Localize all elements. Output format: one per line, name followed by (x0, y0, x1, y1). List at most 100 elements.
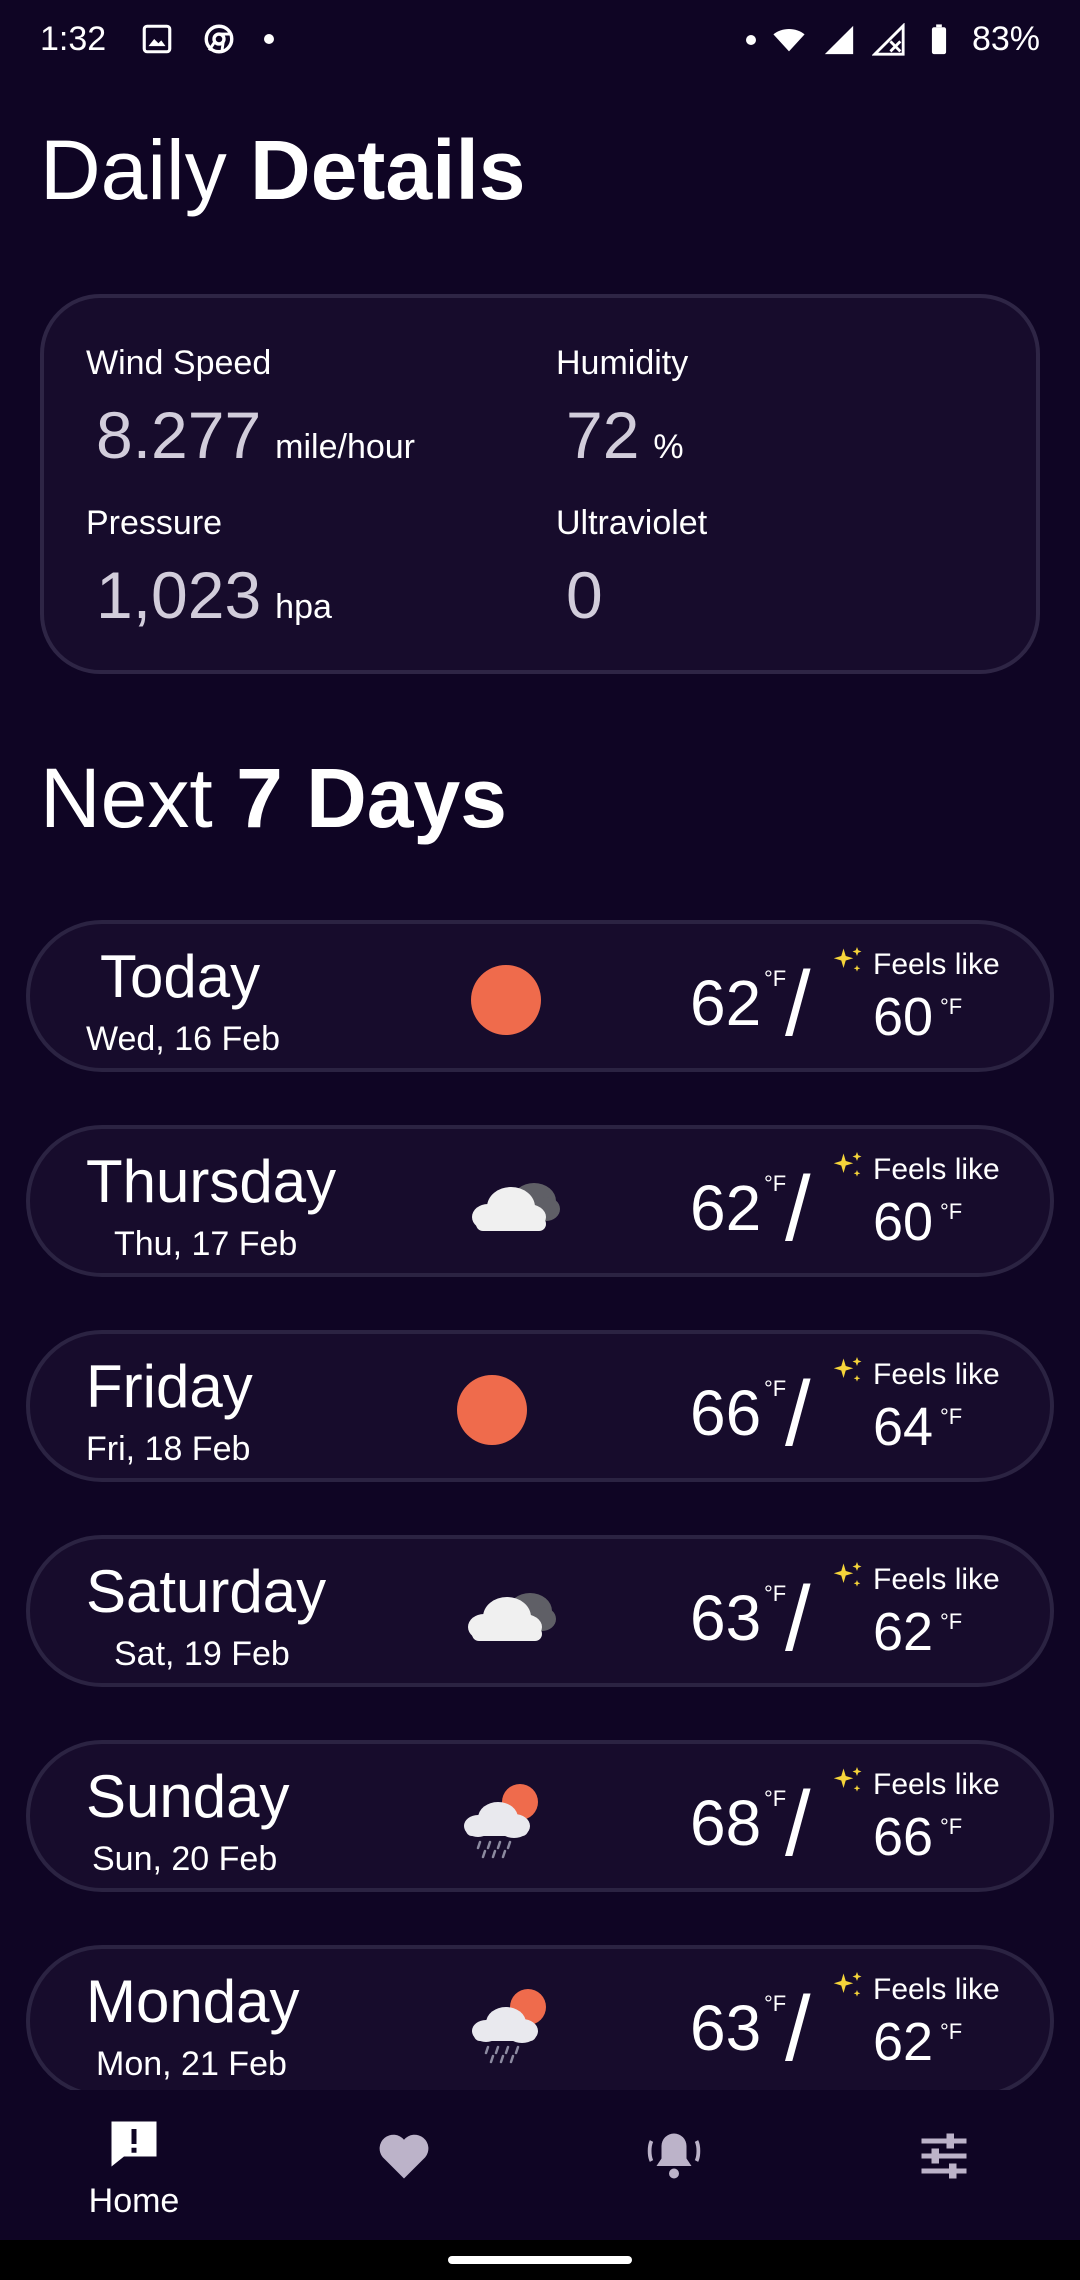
temp-separator: / (785, 1363, 811, 1465)
feels-like-label: Feels like (873, 948, 1000, 981)
sliders-icon (921, 2133, 967, 2179)
bell-ringing-icon (647, 2133, 701, 2179)
day-temp: 62 (690, 967, 762, 1039)
metric-value: 72 (566, 398, 640, 472)
cloudy-icon (466, 1165, 566, 1245)
home-indicator[interactable] (448, 2256, 632, 2264)
notification-dot-icon (745, 34, 756, 45)
day-name: Saturday (86, 1558, 327, 1625)
day-date: Thu, 17 Feb (114, 1225, 298, 1263)
day-date: Wed, 16 Feb (86, 1020, 281, 1058)
feels-unit: °F (940, 1814, 963, 1839)
next-7-days-title: Next 7 Days (40, 750, 507, 847)
ultraviolet-metric: Ultraviolet 0 (556, 504, 707, 633)
status-bar: 1:32 83% (0, 0, 1080, 80)
feels-unit: °F (940, 1609, 963, 1634)
status-time: 1:32 (40, 20, 107, 58)
day-temp: 66 (690, 1377, 762, 1449)
nav-alerts[interactable] (604, 2114, 744, 2186)
battery-level: 83% (971, 20, 1040, 58)
alert-message-icon (111, 2121, 157, 2167)
day-date: Mon, 21 Feb (96, 2045, 287, 2083)
metric-unit: % (653, 428, 684, 466)
daily-details-title: Daily Details (40, 122, 526, 219)
day-card[interactable]: Thursday Thu, 17 Feb 62 °F / Feels like 60 °F (26, 1125, 1054, 1277)
day-card[interactable]: Friday Fri, 18 Feb 66 °F / Feels like 64 °F (26, 1330, 1054, 1482)
metric-unit: mile/hour (275, 428, 416, 466)
feels-unit: °F (940, 994, 963, 1019)
battery-icon (931, 23, 947, 54)
feels-like-label: Feels like (873, 1768, 1000, 1801)
day-name: Thursday (86, 1148, 337, 1215)
metric-label: Wind Speed (86, 344, 272, 382)
day-name: Friday (86, 1353, 253, 1420)
feels-like-temp: 62 (873, 2012, 934, 2072)
feels-unit: °F (940, 1404, 963, 1429)
rain-sun-icon (462, 1985, 562, 2065)
signal-icon (824, 25, 854, 54)
day-name: Today (100, 943, 261, 1010)
feels-like-temp: 62 (873, 1602, 934, 1662)
sparkle-icon (830, 1149, 866, 1185)
sparkle-icon (830, 1559, 866, 1595)
sparkle-icon (830, 1764, 866, 1800)
pressure-metric: Pressure 1,023 hpa (86, 504, 332, 633)
day-card[interactable]: Saturday Sat, 19 Feb 63 °F / Feels like 62 °F (26, 1535, 1054, 1687)
humidity-metric: Humidity 72 % (556, 344, 688, 473)
temp-separator: / (785, 1158, 811, 1260)
sun-icon (456, 960, 556, 1040)
feels-unit: °F (940, 2019, 963, 2044)
day-name: Sunday (86, 1763, 290, 1830)
metric-label: Humidity (556, 344, 689, 382)
day-temp: 62 (690, 1172, 762, 1244)
feels-like-label: Feels like (873, 1563, 1000, 1596)
sparkle-icon (830, 1969, 866, 2005)
nav-home-label: Home (88, 2182, 180, 2220)
day-card[interactable]: Sunday Sun, 20 Feb 68 °F / Feels like 66 °F (26, 1740, 1054, 1892)
day-temp: 68 (690, 1787, 762, 1859)
metric-value: 0 (566, 558, 603, 632)
day-card[interactable]: Monday Mon, 21 Feb 63 °F / Feels like 62 °F (26, 1945, 1054, 2097)
signal-off-icon (871, 22, 905, 56)
heart-icon (379, 2134, 429, 2179)
gallery-icon (142, 24, 172, 54)
temp-unit: °F (764, 1786, 787, 1811)
nav-settings[interactable] (874, 2114, 1014, 2186)
wifi-icon (773, 28, 805, 51)
sparkle-icon (830, 1354, 866, 1390)
notification-dot-icon (264, 34, 274, 44)
temp-unit: °F (764, 1581, 787, 1606)
metric-label: Ultraviolet (556, 504, 708, 542)
feels-like-temp: 64 (873, 1397, 934, 1457)
title-light: Next (40, 751, 213, 845)
day-card[interactable]: Today Wed, 16 Feb 62 °F / Feels like 60 °F (26, 920, 1054, 1072)
metric-value: 1,023 (96, 558, 262, 632)
title-bold: 7 Days (236, 751, 507, 845)
nav-favorites[interactable] (334, 2114, 474, 2186)
feels-like-temp: 60 (873, 1192, 934, 1252)
metric-unit: hpa (275, 588, 332, 626)
nav-home[interactable]: Home (64, 2114, 204, 2221)
feels-like-label: Feels like (873, 1153, 1000, 1186)
details-card: Wind Speed 8.277 mile/hour Humidity 72 %… (40, 294, 1040, 674)
feels-like-temp: 60 (873, 987, 934, 1047)
rain-sun-icon (454, 1780, 554, 1860)
day-date: Sun, 20 Feb (92, 1840, 278, 1878)
temp-separator: / (785, 953, 811, 1055)
cloudy-icon (462, 1575, 562, 1655)
wind-speed-metric: Wind Speed 8.277 mile/hour (86, 344, 415, 473)
temp-unit: °F (764, 966, 787, 991)
day-date: Sat, 19 Feb (114, 1635, 290, 1673)
metric-label: Pressure (86, 504, 223, 542)
feels-unit: °F (940, 1199, 963, 1224)
bottom-nav: Home (0, 2090, 1080, 2240)
chrome-icon (204, 24, 234, 54)
sun-icon (442, 1370, 542, 1450)
metric-value: 8.277 (96, 398, 262, 472)
title-bold: Details (250, 123, 526, 217)
temp-unit: °F (764, 1171, 787, 1196)
day-temp: 63 (690, 1582, 762, 1654)
title-light: Daily (40, 123, 227, 217)
feels-like-temp: 66 (873, 1807, 934, 1867)
feels-like-label: Feels like (873, 1358, 1000, 1391)
